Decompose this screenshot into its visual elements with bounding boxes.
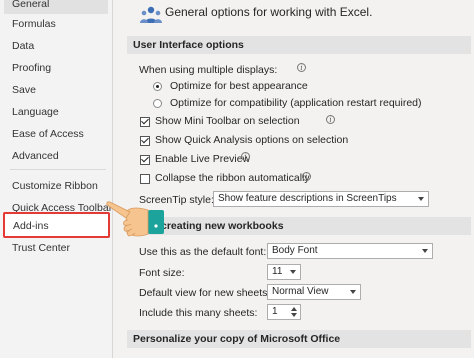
- radio-best-appearance[interactable]: [153, 82, 162, 91]
- section-personalize: Personalize your copy of Microsoft Offic…: [127, 330, 471, 348]
- spin-up-icon[interactable]: [291, 307, 297, 311]
- live-preview-label[interactable]: Enable Live Preview: [155, 153, 250, 165]
- font-size-value: 11: [272, 266, 283, 277]
- default-view-label: Default view for new sheets:: [139, 287, 271, 299]
- options-main-panel: General options for working with Excel. …: [113, 0, 474, 358]
- sidebar-item-trust-center[interactable]: Trust Center: [4, 238, 108, 258]
- info-icon: i: [241, 152, 250, 161]
- section-new-workbooks: creating new workbooks: [127, 217, 471, 235]
- font-size-select[interactable]: 11: [267, 264, 301, 280]
- collapse-ribbon-label[interactable]: Collapse the ribbon automatically: [155, 172, 310, 184]
- sidebar-item-general[interactable]: General: [4, 0, 108, 14]
- pointing-hand-icon: [106, 201, 164, 237]
- chevron-down-icon: [422, 249, 428, 253]
- default-view-select[interactable]: Normal View: [267, 284, 361, 300]
- quick-analysis-label[interactable]: Show Quick Analysis options on selection: [155, 134, 348, 146]
- sidebar-item-customize-ribbon[interactable]: Customize Ribbon: [4, 176, 108, 196]
- screentip-style-select[interactable]: Show feature descriptions in ScreenTips: [213, 191, 429, 207]
- radio-compatibility-label[interactable]: Optimize for compatibility (application …: [170, 97, 422, 109]
- multiple-displays-label: When using multiple displays:: [139, 64, 278, 76]
- sidebar-divider: [10, 169, 106, 170]
- sheets-count-value: 1: [272, 306, 278, 317]
- checkbox-collapse-ribbon[interactable]: [140, 174, 150, 184]
- chevron-down-icon: [350, 290, 356, 294]
- options-sidebar: General Formulas Data Proofing Save Lang…: [0, 0, 113, 358]
- default-font-select[interactable]: Body Font: [267, 243, 433, 259]
- default-view-value: Normal View: [272, 286, 329, 297]
- checkbox-mini-toolbar[interactable]: [140, 117, 150, 127]
- sidebar-item-add-ins[interactable]: Add-ins: [3, 212, 110, 238]
- radio-best-appearance-label[interactable]: Optimize for best appearance: [170, 80, 308, 92]
- chevron-down-icon: [290, 270, 296, 274]
- sidebar-item-proofing[interactable]: Proofing: [4, 58, 108, 78]
- section-user-interface-options: User Interface options: [127, 36, 471, 54]
- sheets-count-spinner[interactable]: 1: [267, 304, 301, 320]
- info-icon: i: [297, 63, 306, 72]
- mini-toolbar-label[interactable]: Show Mini Toolbar on selection: [155, 115, 300, 127]
- general-description: General options for working with Excel.: [165, 5, 373, 19]
- spin-down-icon[interactable]: [291, 313, 297, 317]
- checkbox-live-preview[interactable]: [140, 155, 150, 165]
- sidebar-item-save[interactable]: Save: [4, 80, 108, 100]
- sheets-count-label: Include this many sheets:: [139, 307, 258, 319]
- default-font-label: Use this as the default font:: [139, 246, 267, 258]
- info-icon: i: [302, 172, 311, 181]
- sidebar-item-data[interactable]: Data: [4, 36, 108, 56]
- font-size-label: Font size:: [139, 267, 185, 279]
- general-options-icon: [140, 6, 162, 23]
- sidebar-item-ease-of-access[interactable]: Ease of Access: [4, 124, 108, 144]
- checkbox-quick-analysis[interactable]: [140, 136, 150, 146]
- info-icon: i: [326, 115, 335, 124]
- radio-compatibility[interactable]: [153, 99, 162, 108]
- sidebar-item-formulas[interactable]: Formulas: [4, 14, 108, 34]
- default-font-value: Body Font: [272, 245, 318, 256]
- screentip-style-value: Show feature descriptions in ScreenTips: [218, 193, 397, 204]
- sidebar-item-language[interactable]: Language: [4, 102, 108, 122]
- chevron-down-icon: [418, 197, 424, 201]
